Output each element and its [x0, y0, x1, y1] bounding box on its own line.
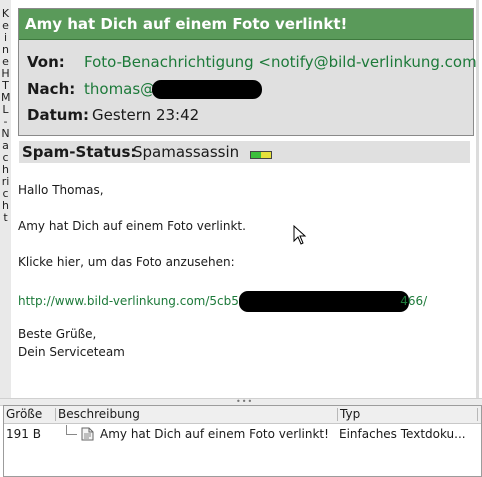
attachment-row[interactable]: 191 B Amy hat Dich auf einem Foto verlin… [4, 425, 481, 443]
subject-bar: Amy hat Dich auf einem Foto verlinkt! [19, 9, 473, 40]
body-greeting: Hallo Thomas, [18, 183, 104, 197]
tree-branch-line [66, 425, 77, 435]
body-line-2: Klicke hier, um das Foto anzusehen: [18, 255, 235, 269]
spam-score-meter [250, 151, 272, 159]
attachment-size: 191 B [6, 427, 41, 441]
body-closing-1: Beste Grüße, [18, 327, 97, 341]
attachment-type: Einfaches Textdoku... [339, 427, 466, 441]
sidebar-vertical-label: Keine HTML-Nachricht [1, 7, 11, 224]
spam-status-value: Spamassassin [133, 143, 240, 161]
body-link-end: 466/ [400, 294, 428, 308]
mouse-cursor-icon [293, 225, 307, 245]
date-label: Datum: [27, 106, 90, 124]
attachment-list-header: Größe Beschreibung Typ [4, 406, 481, 424]
link-redaction [239, 291, 410, 312]
attachment-description: Amy hat Dich auf einem Foto verlinkt! [100, 427, 329, 441]
date-value: Gestern 23:42 [92, 106, 200, 124]
spam-status: Spam-Status: Spamassassin [19, 141, 470, 163]
spam-status-label: Spam-Status: [22, 143, 137, 161]
column-type[interactable]: Typ [338, 406, 360, 423]
column-size[interactable]: Größe [4, 406, 42, 423]
message-header: Amy hat Dich auf einem Foto verlinkt! Vo… [18, 8, 479, 136]
attachment-list: Größe Beschreibung Typ 191 B Amy hat Dic… [3, 405, 482, 477]
column-description[interactable]: Beschreibung [56, 406, 140, 423]
from-value[interactable]: Foto-Benachrichtigung <notify@bild-verli… [84, 53, 479, 71]
to-value: thomas@ [84, 80, 156, 98]
body-line-1: Amy hat Dich auf einem Foto verlinkt. [18, 219, 246, 233]
message-view: Amy hat Dich auf einem Foto verlinkt! Vo… [11, 0, 479, 398]
text-document-icon [81, 427, 94, 441]
body-closing-2: Dein Serviceteam [18, 345, 125, 359]
from-label: Von: [27, 53, 65, 71]
column-separator[interactable] [477, 408, 478, 421]
body-link[interactable]: http://www.bild-verlinkung.com/5cb5a 466/ [18, 291, 427, 312]
body-link-start: http://www.bild-verlinkung.com/5cb5a [18, 294, 247, 308]
to-label: Nach: [27, 80, 76, 98]
to-value-wrap[interactable]: thomas@ [84, 80, 263, 99]
message-scrollbar[interactable] [476, 0, 479, 398]
redaction-mark [152, 80, 263, 99]
